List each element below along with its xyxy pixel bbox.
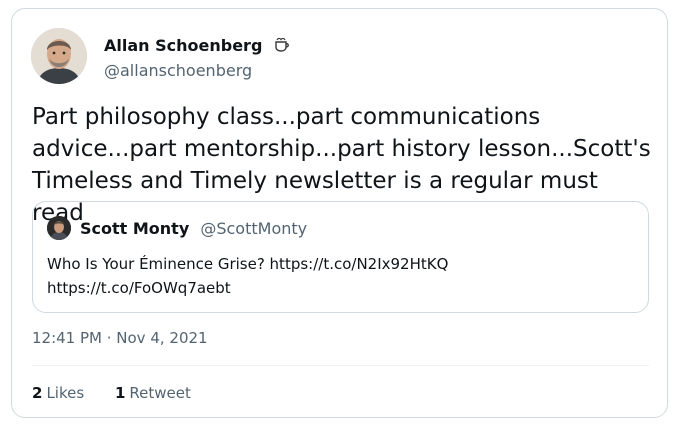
divider: [32, 365, 649, 366]
author-handle[interactable]: @allanschoenberg: [104, 61, 291, 80]
retweets-count: 1: [114, 384, 126, 402]
quoted-tweet[interactable]: Scott Monty @ScottMonty Who Is Your Émin…: [32, 201, 649, 313]
quoted-author-handle: @ScottMonty: [200, 219, 308, 238]
author-avatar-image: [31, 28, 87, 84]
quoted-tweet-text: Who Is Your Éminence Grise? https://t.co…: [47, 252, 627, 300]
tweet-timestamp[interactable]: 12:41 PM · Nov 4, 2021: [32, 329, 208, 347]
quoted-author-name: Scott Monty: [80, 219, 190, 238]
quoted-text-line: https://t.co/FoOWq7aebt: [47, 279, 231, 297]
author-avatar[interactable]: [31, 28, 87, 84]
likes-stat[interactable]: 2 Likes: [32, 384, 84, 402]
quoted-avatar-image: [47, 216, 71, 240]
quoted-text-line: Who Is Your Éminence Grise? https://t.co…: [47, 255, 449, 273]
author-name[interactable]: Allan Schoenberg: [104, 36, 262, 55]
tweet-card: Allan Schoenberg @allanschoenberg Part p…: [11, 8, 668, 418]
author-block: Allan Schoenberg @allanschoenberg: [104, 35, 291, 80]
retweets-label: Retweet: [129, 384, 191, 402]
coffee-cup-icon: [273, 35, 291, 57]
likes-label: Likes: [46, 384, 85, 402]
likes-count: 2: [32, 384, 43, 402]
retweets-stat[interactable]: 1 Retweet: [115, 384, 191, 402]
tweet-stats: 2 Likes 1 Retweet: [32, 384, 217, 402]
quoted-author-avatar: [47, 216, 71, 240]
quoted-author: Scott Monty @ScottMonty: [80, 219, 307, 238]
